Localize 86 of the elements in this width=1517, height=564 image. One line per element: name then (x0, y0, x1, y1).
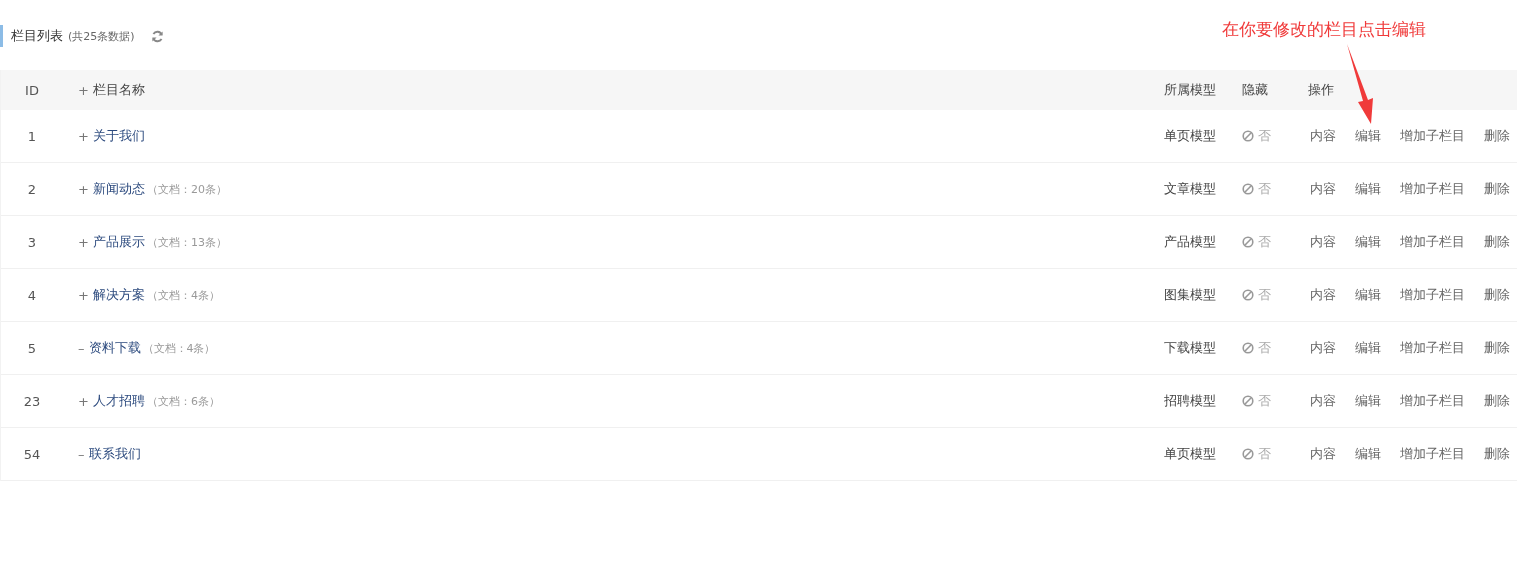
category-link[interactable]: 关于我们 (92, 127, 145, 145)
action-link[interactable]: 增加子栏目 (1400, 286, 1465, 304)
action-link[interactable]: 内容 (1310, 180, 1336, 198)
expand-toggle[interactable]: + (78, 181, 89, 197)
expand-toggle[interactable]: + (78, 393, 89, 409)
table-cell-text: 产品模型 (1164, 233, 1217, 251)
column-header: 所属模型 (1164, 81, 1217, 99)
expand-toggle[interactable]: + (78, 287, 89, 303)
document-count: （文档：4条） (142, 340, 216, 356)
action-link[interactable]: 删除 (1484, 339, 1510, 357)
expand-toggle[interactable]: + (78, 82, 89, 98)
table-cell-text: 下载模型 (1164, 339, 1217, 357)
action-link[interactable]: 增加子栏目 (1400, 392, 1465, 410)
column-header: 操作 (1308, 81, 1335, 99)
ban-icon (1242, 448, 1254, 460)
action-link[interactable]: 编辑 (1355, 392, 1381, 410)
action-link[interactable]: 编辑 (1355, 180, 1381, 198)
hidden-status: 否 (1258, 180, 1271, 198)
table-cell-text: 23 (22, 393, 42, 409)
hidden-status: 否 (1258, 445, 1271, 463)
expand-toggle[interactable]: + (78, 128, 89, 144)
action-link[interactable]: 内容 (1310, 339, 1336, 357)
title-accent-bar (0, 25, 3, 47)
document-count: （文档：6条） (146, 393, 220, 409)
action-link[interactable]: 编辑 (1355, 127, 1381, 145)
action-link[interactable]: 删除 (1484, 127, 1510, 145)
action-link[interactable]: 编辑 (1355, 286, 1381, 304)
refresh-icon[interactable] (150, 29, 164, 43)
column-header: 隐藏 (1242, 81, 1269, 99)
ban-icon (1242, 342, 1254, 354)
ban-icon (1242, 289, 1254, 301)
action-link[interactable]: 删除 (1484, 286, 1510, 304)
ban-icon (1242, 130, 1254, 142)
hidden-status: 否 (1258, 286, 1271, 304)
ban-icon (1242, 183, 1254, 195)
table-cell-text: 单页模型 (1164, 127, 1217, 145)
action-link[interactable]: 内容 (1310, 392, 1336, 410)
category-link[interactable]: 人才招聘 (92, 392, 145, 410)
action-link[interactable]: 增加子栏目 (1400, 233, 1465, 251)
category-link[interactable]: 产品展示 (92, 233, 145, 251)
category-link[interactable]: 新闻动态 (92, 180, 145, 198)
table-cell-text: 单页模型 (1164, 445, 1217, 463)
record-count: (共25条数据) (68, 28, 135, 44)
hidden-status: 否 (1258, 233, 1271, 251)
action-link[interactable]: 删除 (1484, 180, 1510, 198)
table-cell-text: 图集模型 (1164, 286, 1217, 304)
panel-title: 栏目列表 (11, 27, 63, 45)
action-link[interactable]: 内容 (1310, 445, 1336, 463)
table-cell-text: 3 (26, 234, 38, 250)
table-cell-text: 4 (26, 287, 38, 303)
action-link[interactable]: 编辑 (1355, 339, 1381, 357)
table-cell-text: 1 (26, 128, 38, 144)
expand-toggle[interactable]: – (78, 446, 85, 462)
action-link[interactable]: 删除 (1484, 392, 1510, 410)
table-cell-text: 54 (22, 446, 42, 462)
action-link[interactable]: 删除 (1484, 233, 1510, 251)
category-link[interactable]: 联系我们 (88, 445, 141, 463)
action-link[interactable]: 增加子栏目 (1400, 127, 1465, 145)
expand-toggle[interactable]: – (78, 340, 85, 356)
table-cell-text: 文章模型 (1164, 180, 1217, 198)
expand-toggle[interactable]: + (78, 234, 89, 250)
action-link[interactable]: 编辑 (1355, 445, 1381, 463)
table-cell-text: 2 (26, 181, 38, 197)
action-link[interactable]: 增加子栏目 (1400, 445, 1465, 463)
ban-icon (1242, 395, 1254, 407)
action-link[interactable]: 删除 (1484, 445, 1510, 463)
column-header: 栏目名称 (92, 81, 145, 99)
category-link[interactable]: 资料下载 (88, 339, 141, 357)
action-link[interactable]: 增加子栏目 (1400, 339, 1465, 357)
action-link[interactable]: 内容 (1310, 127, 1336, 145)
hidden-status: 否 (1258, 392, 1271, 410)
ban-icon (1242, 236, 1254, 248)
action-link[interactable]: 编辑 (1355, 233, 1381, 251)
hidden-status: 否 (1258, 127, 1271, 145)
table-cell-text: 招聘模型 (1164, 392, 1217, 410)
table-cell-text: 5 (26, 340, 38, 356)
document-count: （文档：20条） (146, 181, 227, 197)
annotation-text: 在你要修改的栏目点击编辑 (1222, 18, 1426, 41)
document-count: （文档：13条） (146, 234, 227, 250)
action-link[interactable]: 内容 (1310, 286, 1336, 304)
column-header: ID (24, 82, 40, 98)
hidden-status: 否 (1258, 339, 1271, 357)
category-link[interactable]: 解决方案 (92, 286, 145, 304)
action-link[interactable]: 内容 (1310, 233, 1336, 251)
document-count: （文档：4条） (146, 287, 220, 303)
action-link[interactable]: 增加子栏目 (1400, 180, 1465, 198)
